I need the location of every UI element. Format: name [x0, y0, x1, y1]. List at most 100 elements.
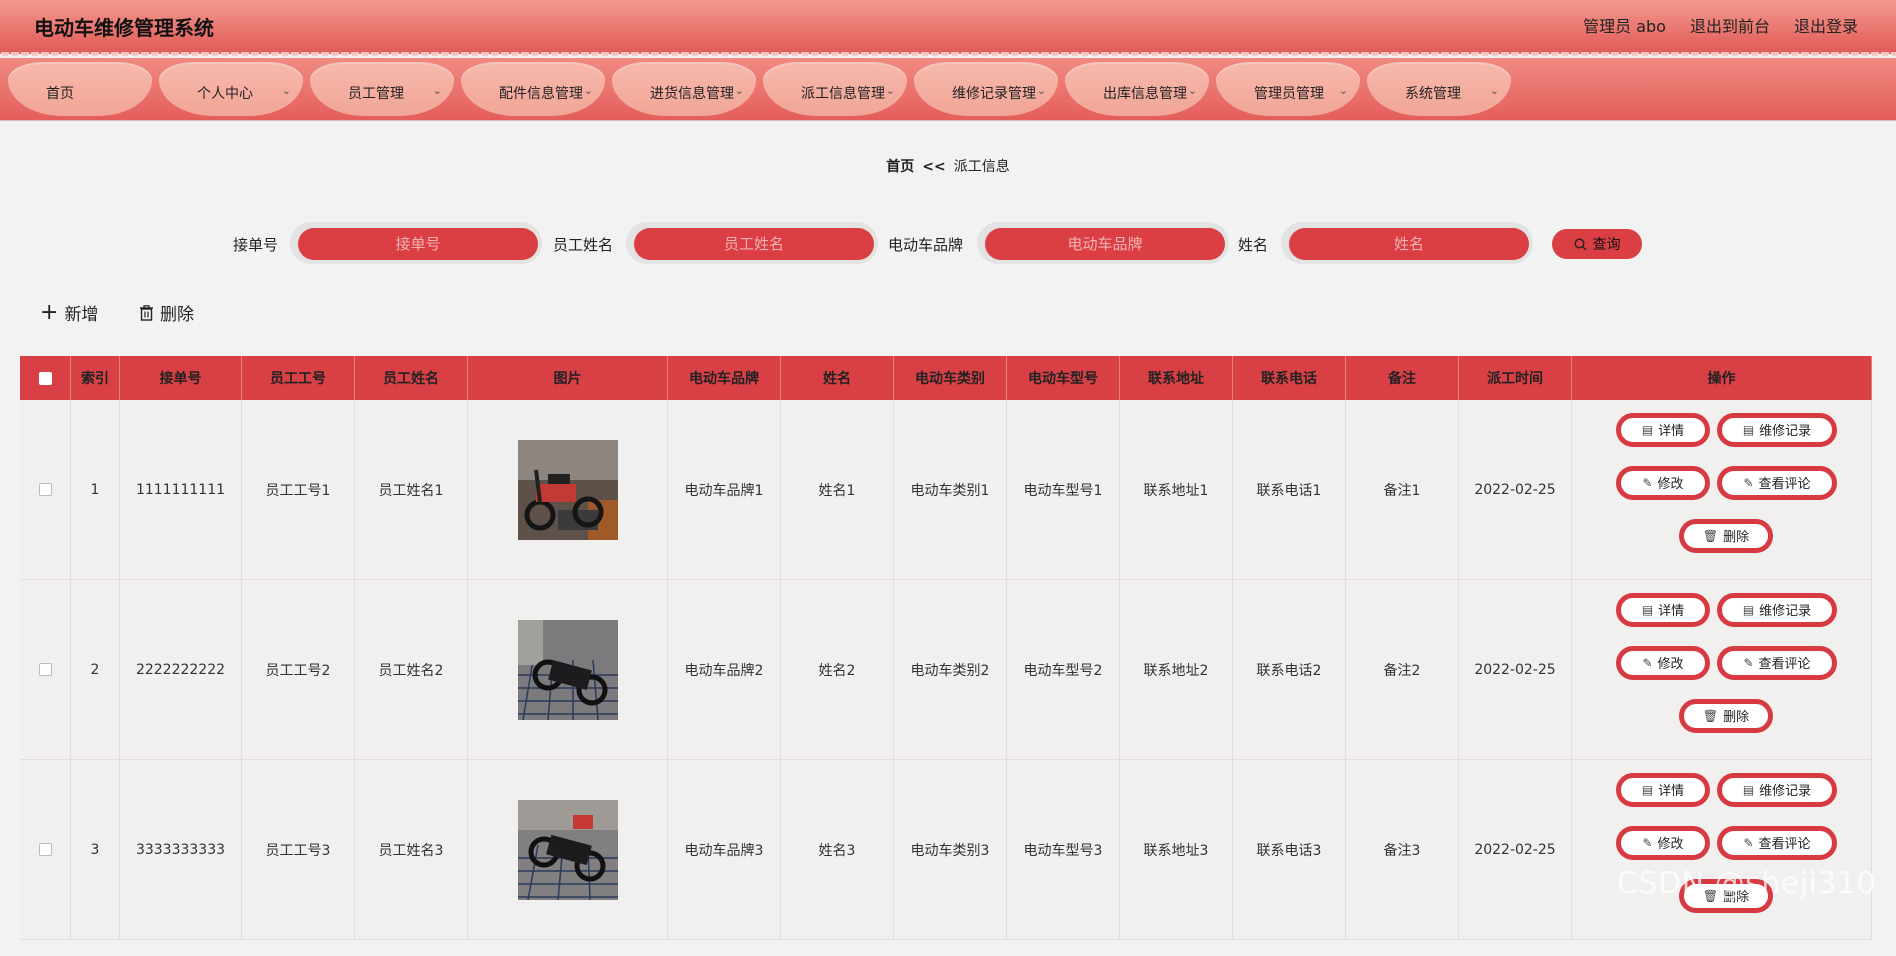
query-button[interactable]: 查询	[1552, 229, 1642, 259]
table-cell: 联系电话2	[1233, 580, 1346, 760]
repair-record-button[interactable]: ▤ 维修记录	[1717, 592, 1837, 627]
edit-label: 修改	[1657, 657, 1684, 672]
nav-item-personal-center[interactable]: 个人中心 ⌄	[159, 62, 303, 116]
detail-label: 详情	[1658, 604, 1685, 619]
column-header: 备注	[1346, 356, 1459, 400]
table-cell: 备注3	[1346, 760, 1459, 940]
view-comments-button[interactable]: ✎ 查看评论	[1717, 645, 1837, 680]
chevron-down-icon: ⌄	[281, 84, 291, 97]
document-icon: ▤	[1641, 602, 1654, 617]
column-header: 联系地址	[1120, 356, 1233, 400]
breadcrumb-home[interactable]: 首页	[886, 159, 914, 175]
table-cell: 姓名3	[781, 760, 894, 940]
actions-cell: ▤ 详情 ▤ 维修记录 ✎ 修改 ✎ 查看评论 🗑 删除	[1572, 400, 1872, 580]
detail-button[interactable]: ▤ 详情	[1616, 772, 1710, 807]
repair-record-label: 维修记录	[1759, 784, 1812, 799]
query-label: 查询	[1592, 236, 1621, 252]
nav-item-label: 系统管理	[1405, 86, 1461, 102]
ebike-photo[interactable]	[517, 439, 618, 540]
table-cell: 姓名2	[781, 580, 894, 760]
nav-item-purchase-management[interactable]: 进货信息管理 ⌄	[612, 62, 756, 116]
logout-link[interactable]: 退出登录	[1794, 13, 1858, 37]
edit-button[interactable]: ✎ 修改	[1616, 825, 1710, 860]
chevron-down-icon: ⌄	[885, 84, 895, 97]
admin-label: 管理员 abo	[1583, 17, 1666, 36]
breadcrumb-separator: <<	[922, 159, 946, 175]
table-cell: 员工工号3	[242, 760, 355, 940]
table-cell: 联系电话3	[1233, 760, 1346, 940]
brand-search-box	[977, 222, 1229, 264]
batch-delete-button[interactable]: 删除	[139, 300, 194, 325]
table-cell: 电动车型号2	[1007, 580, 1120, 760]
view-comments-button[interactable]: ✎ 查看评论	[1717, 825, 1837, 860]
image-cell	[468, 580, 668, 760]
repair-record-button[interactable]: ▤ 维修记录	[1717, 412, 1837, 447]
table-cell: 联系电话1	[1233, 400, 1346, 580]
employee-name-input[interactable]	[634, 228, 874, 260]
table-cell: 电动车型号3	[1007, 760, 1120, 940]
table-cell: 2022-02-25	[1459, 400, 1572, 580]
detail-button[interactable]: ▤ 详情	[1616, 592, 1710, 627]
table-cell: 2222222222	[120, 580, 242, 760]
column-header: 操作	[1572, 356, 1872, 400]
table-cell: 姓名1	[781, 400, 894, 580]
edit-button[interactable]: ✎ 修改	[1616, 465, 1710, 500]
table-cell: 电动车品牌2	[668, 580, 781, 760]
watermark: CSDN @sheji310	[1617, 866, 1877, 901]
column-header: 派工时间	[1459, 356, 1572, 400]
brand-input[interactable]	[985, 228, 1225, 260]
nav-item-system-management[interactable]: 系统管理 ⌄	[1367, 62, 1511, 116]
row-select-cell	[20, 400, 71, 580]
row-checkbox[interactable]	[38, 663, 52, 676]
table-cell: 员工姓名2	[355, 580, 468, 760]
select-all-checkbox[interactable]	[38, 371, 52, 385]
nav-item-dispatch-management[interactable]: 派工信息管理 ⌄	[763, 62, 907, 116]
nav-item-home[interactable]: 首页	[8, 62, 152, 116]
pencil-icon: ✎	[1642, 655, 1653, 670]
delete-button[interactable]: 🗑 删除	[1679, 698, 1773, 733]
table-cell: 电动车品牌1	[668, 400, 781, 580]
row-checkbox[interactable]	[38, 483, 52, 496]
name-input[interactable]	[1289, 228, 1529, 260]
order-no-input[interactable]	[298, 228, 538, 260]
repair-record-button[interactable]: ▤ 维修记录	[1717, 772, 1837, 807]
detail-label: 详情	[1658, 424, 1685, 439]
top-header: 电动车维修管理系统 管理员 abo 退出到前台 退出登录	[0, 0, 1896, 54]
nav-item-label: 进货信息管理	[650, 86, 734, 102]
table-cell: 备注2	[1346, 580, 1459, 760]
table-cell: 电动车类别1	[894, 400, 1007, 580]
delete-row-label: 删除	[1723, 530, 1750, 545]
add-button[interactable]: + 新增	[40, 300, 98, 325]
to-front-link[interactable]: 退出到前台	[1690, 13, 1770, 37]
plus-icon: +	[40, 299, 59, 325]
nav-item-admin-management[interactable]: 管理员管理 ⌄	[1216, 62, 1360, 116]
select-all-header	[20, 356, 71, 400]
chevron-down-icon: ⌄	[734, 84, 744, 97]
image-cell	[468, 400, 668, 580]
nav-item-employee-management[interactable]: 员工管理 ⌄	[310, 62, 454, 116]
row-checkbox[interactable]	[38, 843, 52, 856]
trash-icon	[140, 304, 153, 321]
detail-label: 详情	[1658, 784, 1685, 799]
nav-item-repair-record-management[interactable]: 维修记录管理 ⌄	[914, 62, 1058, 116]
table-cell: 联系地址1	[1120, 400, 1233, 580]
table-cell: 员工姓名1	[355, 400, 468, 580]
column-header: 电动车品牌	[668, 356, 781, 400]
main-nav: 首页 个人中心 ⌄ 员工管理 ⌄ 配件信息管理 ⌄ 进货信息管理 ⌄ 派工信息管理 ⌄ 维…	[0, 58, 1896, 121]
ebike-photo[interactable]	[517, 799, 618, 900]
table-cell: 联系地址2	[1120, 580, 1233, 760]
table-cell: 电动车品牌3	[668, 760, 781, 940]
name-label: 姓名	[1238, 236, 1269, 254]
view-comments-button[interactable]: ✎ 查看评论	[1717, 465, 1837, 500]
detail-button[interactable]: ▤ 详情	[1616, 412, 1710, 447]
edit-button[interactable]: ✎ 修改	[1616, 645, 1710, 680]
ebike-photo[interactable]	[517, 619, 618, 720]
table-cell: 电动车类别3	[894, 760, 1007, 940]
trash-icon: 🗑	[1702, 528, 1719, 543]
row-select-cell	[20, 760, 71, 940]
nav-item-parts-management[interactable]: 配件信息管理 ⌄	[461, 62, 605, 116]
delete-button[interactable]: 🗑 删除	[1679, 518, 1773, 553]
pencil-icon: ✎	[1743, 835, 1754, 850]
chevron-down-icon: ⌄	[583, 84, 593, 97]
nav-item-outbound-management[interactable]: 出库信息管理 ⌄	[1065, 62, 1209, 116]
